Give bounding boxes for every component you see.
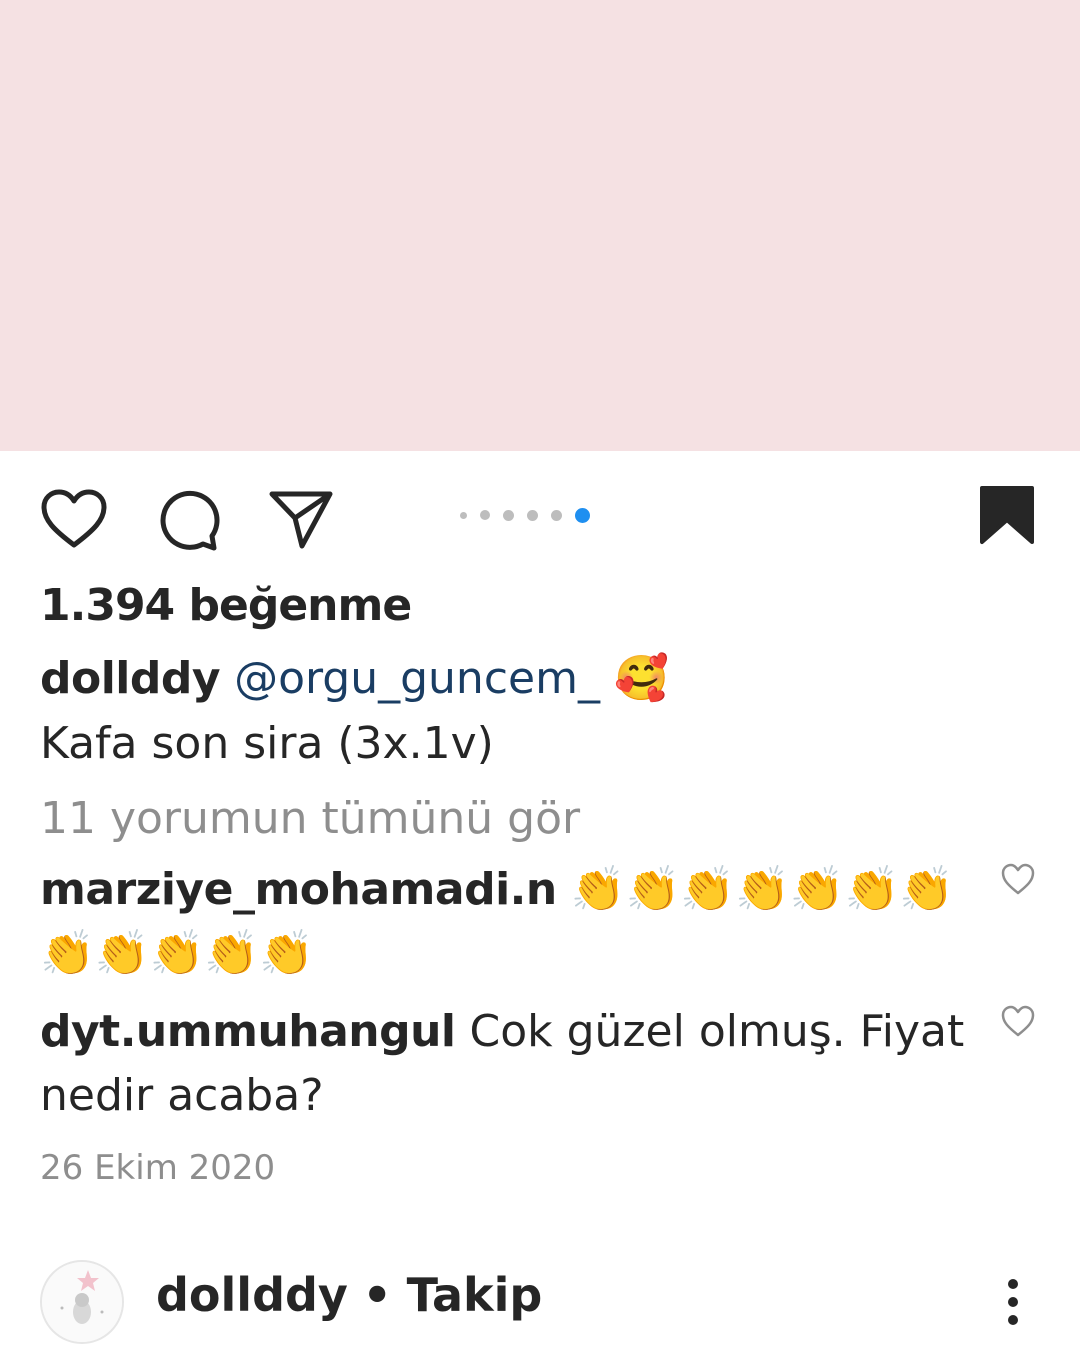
carousel-dot xyxy=(460,511,467,519)
post-date: 26 Ekim 2020 xyxy=(40,1148,276,1188)
carousel-dot xyxy=(503,509,514,521)
author-username[interactable]: dollddy xyxy=(156,1268,348,1322)
author-info: dollddy • Takip xyxy=(156,1268,542,1322)
comment-username[interactable]: marziye_mohamadi.n xyxy=(40,864,557,915)
carousel-dot xyxy=(480,510,490,520)
avatar[interactable] xyxy=(40,1260,124,1344)
carousel-dot-active xyxy=(575,507,590,523)
comment-like-icon[interactable] xyxy=(1000,1004,1036,1038)
caption-username[interactable]: dollddy xyxy=(40,653,221,704)
carousel-indicator xyxy=(460,506,590,524)
view-all-comments-link[interactable]: 11 yorumun tümünü gör xyxy=(40,793,580,844)
caption: dollddy @orgu_guncem_ 🥰 xyxy=(40,652,669,704)
carousel-dot xyxy=(551,509,562,521)
more-options-icon[interactable] xyxy=(996,1276,1030,1328)
post-image[interactable] xyxy=(0,0,1080,451)
author-row: dollddy • Takip xyxy=(0,1250,1080,1350)
comment-icon[interactable] xyxy=(154,490,220,552)
comment-item: dyt.ummuhangul Cok güzel olmuş. Fiyat ne… xyxy=(40,1000,970,1128)
caption-mention[interactable]: @orgu_guncem_ xyxy=(234,653,600,704)
share-icon[interactable] xyxy=(268,488,334,550)
separator: • xyxy=(362,1268,392,1322)
comment-like-icon[interactable] xyxy=(1000,862,1036,896)
action-bar xyxy=(0,480,1080,552)
carousel-dot xyxy=(527,509,538,521)
heart-icon[interactable] xyxy=(40,488,108,550)
like-count[interactable]: 1.394 beğenme xyxy=(40,580,412,631)
comment-item: marziye_mohamadi.n 👏👏👏👏👏👏👏👏👏👏👏👏 xyxy=(40,858,970,986)
caption-text: Kafa son sira (3x.1v) xyxy=(40,718,494,769)
caption-emoji: 🥰 xyxy=(613,653,669,704)
comment-username[interactable]: dyt.ummuhangul xyxy=(40,1006,456,1057)
bookmark-icon[interactable] xyxy=(978,484,1036,546)
follow-button[interactable]: Takip xyxy=(407,1268,543,1322)
